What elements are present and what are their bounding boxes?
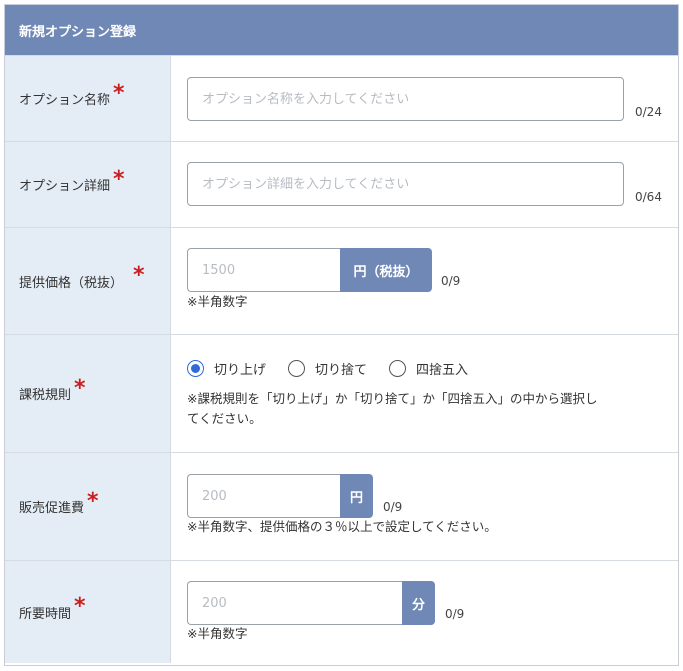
promo-fee-input[interactable] <box>187 474 340 518</box>
radio-unchecked-icon <box>288 360 306 377</box>
promo-fee-unit-addon: 円 <box>340 474 373 518</box>
price-counter: 0/9 <box>441 274 461 288</box>
price-unit-addon: 円（税抜） <box>340 248 432 292</box>
required-mark: * <box>87 488 99 514</box>
required-mark: * <box>113 80 125 106</box>
option-name-counter: 0/24 <box>635 105 662 119</box>
tax-rule-note: ※課税規則を「切り上げ」か「切り捨て」か「四捨五入」の中から選択し てください。 <box>187 391 598 426</box>
required-mark: * <box>74 375 86 401</box>
label-tax-rule: 課税規則 * <box>5 335 171 452</box>
price-input[interactable] <box>187 248 340 292</box>
option-detail-counter: 0/64 <box>635 190 662 204</box>
required-mark: * <box>113 166 125 192</box>
duration-input-group: 分 <box>187 581 435 625</box>
label-duration: 所要時間 * <box>5 561 171 663</box>
radio-unchecked-icon <box>389 360 407 377</box>
row-option-name: オプション名称 * 0/24 <box>5 55 678 141</box>
duration-note: ※半角数字 <box>187 626 248 641</box>
row-duration: 所要時間 * 分 0/9 ※半角数字 <box>5 560 678 663</box>
radio-round-up[interactable]: 切り上げ <box>187 359 266 378</box>
required-mark: * <box>133 263 145 288</box>
row-tax-rule: 課税規則 * 切り上げ 切り捨て 四捨五入 ※課税規則を「切り上げ」か「切り捨て… <box>5 334 678 452</box>
option-form-panel: 新規オプション登録 オプション名称 * 0/24 オプション詳細 * 0/64 … <box>4 4 679 666</box>
price-note: ※半角数字 <box>187 294 248 309</box>
row-option-detail: オプション詳細 * 0/64 <box>5 141 678 227</box>
radio-round-half[interactable]: 四捨五入 <box>389 359 468 378</box>
duration-unit-addon: 分 <box>402 581 435 625</box>
required-mark: * <box>74 594 86 619</box>
promo-fee-counter: 0/9 <box>383 500 403 514</box>
tax-rule-radio-group: 切り上げ 切り捨て 四捨五入 <box>187 359 490 378</box>
label-promo-fee: 販売促進費 * <box>5 453 171 560</box>
promo-fee-input-group: 円 <box>187 474 373 518</box>
option-name-input[interactable] <box>187 77 624 121</box>
label-option-name: オプション名称 * <box>5 56 171 141</box>
price-input-group: 円（税抜） <box>187 248 432 292</box>
row-price: 提供価格（税抜） * 円（税抜） 0/9 ※半角数字 <box>5 227 678 334</box>
label-option-detail: オプション詳細 * <box>5 142 171 227</box>
label-price: 提供価格（税抜） * <box>5 228 171 334</box>
radio-round-down[interactable]: 切り捨て <box>288 359 367 378</box>
promo-fee-note: ※半角数字、提供価格の３％以上で設定してください。 <box>187 519 497 534</box>
row-promo-fee: 販売促進費 * 円 0/9 ※半角数字、提供価格の３％以上で設定してください。 <box>5 452 678 560</box>
form-header: 新規オプション登録 <box>5 5 678 55</box>
duration-counter: 0/9 <box>445 607 465 621</box>
radio-checked-icon <box>187 360 204 377</box>
option-detail-input[interactable] <box>187 162 624 206</box>
duration-input[interactable] <box>187 581 402 625</box>
form-title: 新規オプション登録 <box>19 24 137 40</box>
